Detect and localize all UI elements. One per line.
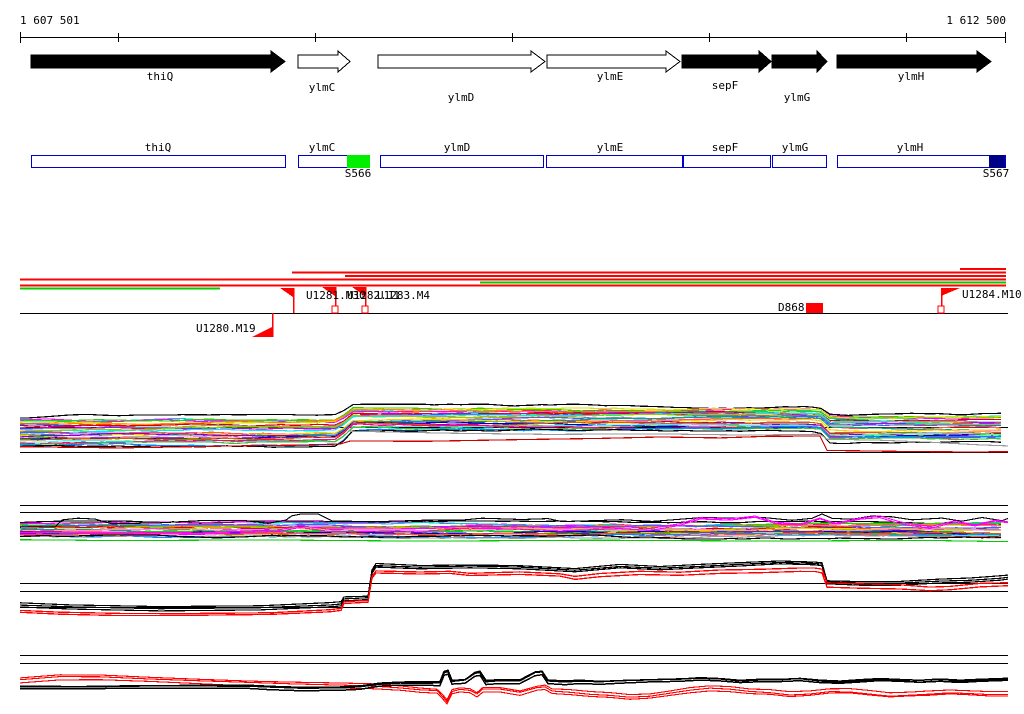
gene-arrow-ylmC[interactable]	[297, 49, 351, 74]
gene-box-ylmC[interactable]	[298, 155, 348, 168]
ruler-start-coordinate: 1 607 501	[20, 14, 80, 27]
marker-label-U1280-M19: U1280.M19	[196, 322, 256, 335]
gene-arrow-label-ylmG: ylmG	[783, 91, 811, 104]
gene-arrow-label-ylmH: ylmH	[897, 70, 925, 83]
genome-browser-view: 1 607 501 1 612 500 thiQ ylmC ylmD ylmE …	[0, 0, 1024, 714]
gene-arrow-thiQ[interactable]	[30, 50, 286, 73]
gene-box-ylmD[interactable]	[380, 155, 544, 168]
gene-box-label-ylmE: ylmE	[596, 141, 624, 154]
gene-box-label-ylmH: ylmH	[896, 141, 924, 154]
track4-red	[19, 674, 1009, 701]
gene-arrow-label-ylmD: ylmD	[447, 91, 475, 104]
gene-arrow-ylmH[interactable]	[836, 50, 992, 73]
gene-box-label-ylmG: ylmG	[781, 141, 809, 154]
marker-label-D868: D868	[778, 301, 805, 314]
marker-label-U1284-M10: U1284.M10	[962, 288, 1022, 301]
gene-box-label-ylmD: ylmD	[443, 141, 471, 154]
gene-box-label-ylmC: ylmC	[308, 141, 336, 154]
marker-D868[interactable]	[806, 303, 823, 313]
marker-U1284.M10[interactable]	[937, 288, 960, 314]
expression-band-upper	[19, 403, 1002, 448]
gene-box-ylmE[interactable]	[546, 155, 683, 168]
browser-canvas	[19, 32, 1009, 705]
gene-box-ylmG[interactable]	[772, 155, 827, 168]
site-label-S566: S566	[344, 167, 372, 180]
expression-band-lower	[19, 520, 1002, 540]
gene-arrow-label-ylmC: ylmC	[308, 81, 336, 94]
marker-label-U1283-M4: U1283.M4	[377, 289, 430, 302]
ruler-end-coordinate: 1 612 500	[946, 14, 1006, 27]
gene-arrow-ylmD[interactable]	[377, 50, 546, 73]
gene-box-ylmH[interactable]	[837, 155, 1006, 168]
gene-box-label-thiQ: thiQ	[144, 141, 172, 154]
gene-box-sepF[interactable]	[683, 155, 771, 168]
track4-black	[19, 669, 1009, 689]
gene-arrow-sepF[interactable]	[681, 49, 772, 74]
gene-arrow-ylmG[interactable]	[771, 49, 828, 74]
gene-arrow-ylmE[interactable]	[546, 50, 681, 73]
gene-arrow-label-thiQ: thiQ	[146, 70, 174, 83]
gene-box-label-sepF: sepF	[711, 141, 739, 154]
track3-black	[19, 563, 1009, 612]
gene-arrow-label-ylmE: ylmE	[596, 70, 624, 83]
gene-arrow-label-sepF: sepF	[711, 79, 739, 92]
gene-box-thiQ[interactable]	[31, 155, 286, 168]
site-label-S567: S567	[982, 167, 1010, 180]
marker-U1281.M30[interactable]	[280, 288, 295, 313]
band2-green-bottom	[19, 539, 1009, 543]
